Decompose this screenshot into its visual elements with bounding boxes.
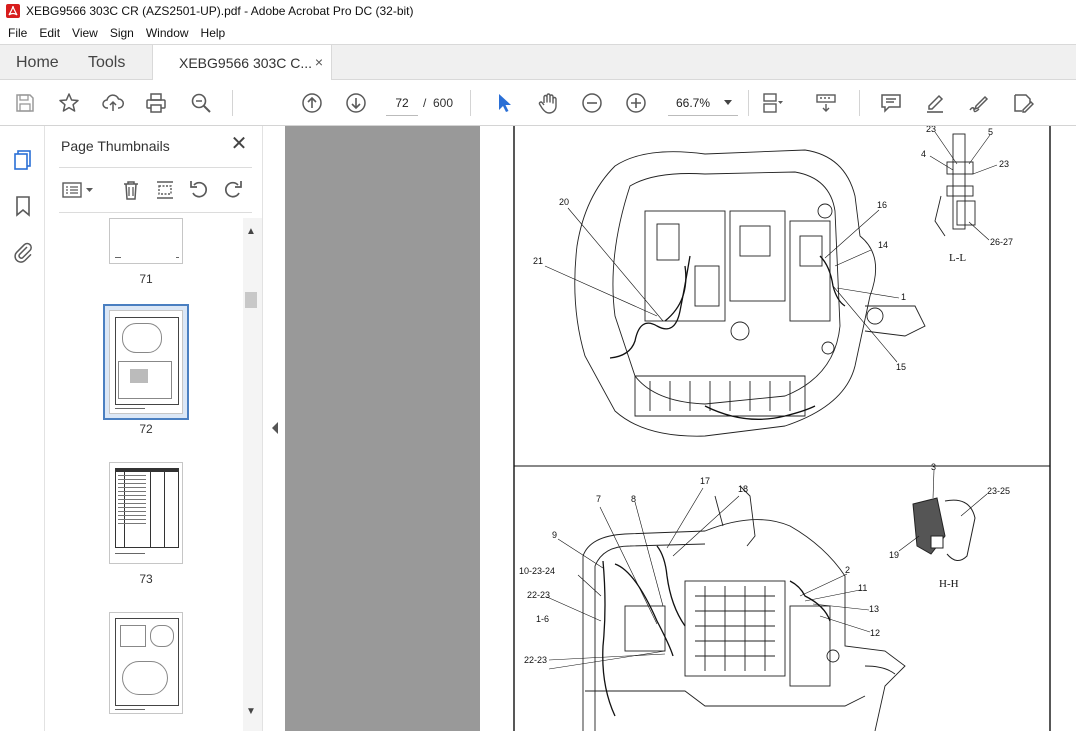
callout-label: 12 (870, 628, 880, 638)
thumbnail-page-72[interactable] (109, 310, 183, 414)
thumbnail-page-71[interactable] (109, 218, 183, 264)
section-ll-caption: L-L (949, 252, 966, 264)
thumbnail-label: 73 (139, 572, 153, 586)
callout-label: 20 (559, 197, 569, 207)
scroll-down-icon[interactable]: ▼ (246, 706, 256, 717)
thumbnail-toolbar (45, 170, 262, 210)
callout-label: 1-6 (536, 614, 549, 624)
navigation-rail (0, 126, 45, 731)
pdf-page: 20 21 16 14 1 15 23 5 4 23 26-27 L-L 3 2… (480, 126, 1076, 731)
callout-label: 19 (889, 550, 899, 560)
previous-page-icon[interactable] (300, 91, 324, 115)
callout-label: 23-25 (987, 486, 1010, 496)
page-fit-icon[interactable] (760, 91, 784, 115)
hand-icon[interactable] (536, 91, 560, 115)
menu-sign[interactable]: Sign (110, 26, 134, 40)
thumbnail-page-73[interactable] (109, 462, 183, 564)
fill-sign-icon[interactable] (1011, 91, 1035, 115)
insert-pages-icon[interactable] (153, 178, 177, 202)
tab-home[interactable]: Home (16, 45, 59, 80)
zoom-dropdown[interactable]: 66.7% (668, 90, 738, 116)
callout-label: 18 (738, 484, 748, 494)
thumbnail-label: 72 (139, 422, 153, 436)
callout-label: 23 (999, 159, 1009, 169)
sign-icon[interactable] (967, 91, 991, 115)
callout-label: 5 (988, 127, 993, 137)
bookmark-star-icon[interactable] (57, 91, 81, 115)
tab-document-label: XEBG9566 303C C... (179, 55, 313, 71)
zoom-in-icon[interactable] (624, 91, 648, 115)
acrobat-icon (6, 4, 20, 18)
callout-label: 13 (869, 604, 879, 614)
callout-label: 22-23 (524, 655, 547, 665)
tab-tools[interactable]: Tools (88, 45, 125, 80)
callout-label: 22-23 (527, 590, 550, 600)
callout-label: 7 (596, 494, 601, 504)
callout-label: 1 (901, 292, 906, 302)
callout-label: 10-23-24 (519, 566, 555, 576)
callout-label: 14 (878, 240, 888, 250)
callout-label: 23 (926, 126, 936, 134)
page-thumbnails-icon[interactable] (11, 148, 35, 172)
print-icon[interactable] (144, 91, 168, 115)
callout-label: 3 (931, 462, 936, 472)
zoom-search-icon[interactable] (189, 91, 213, 115)
options-menu-icon[interactable] (60, 178, 96, 202)
thumbnails-panel: Page Thumbnails ✕ 71 72 73 ▲ ▼ (45, 126, 262, 731)
toolbar (0, 80, 1076, 126)
page-number-input[interactable] (386, 90, 418, 116)
attachments-icon[interactable] (11, 240, 35, 264)
page-total: 600 (433, 96, 454, 110)
thumbnail-page-74[interactable] (109, 612, 183, 714)
thumbnail-label: 71 (139, 272, 153, 286)
chevron-down-icon (724, 100, 732, 105)
callout-label: 11 (858, 583, 867, 593)
highlight-icon[interactable] (923, 91, 947, 115)
callout-label: 2 (845, 565, 850, 575)
panel-collapse-handle[interactable] (262, 126, 285, 731)
callout-label: 9 (552, 530, 557, 540)
next-page-icon[interactable] (344, 91, 368, 115)
section-hh-caption: H-H (939, 578, 959, 590)
callout-label: 4 (921, 149, 926, 159)
menu-edit[interactable]: Edit (39, 26, 60, 40)
close-tab-button[interactable]: × (315, 54, 323, 70)
page-separator: / (423, 96, 427, 110)
menu-view[interactable]: View (72, 26, 98, 40)
collapse-arrow-icon (272, 422, 278, 434)
document-canvas[interactable]: 20 21 16 14 1 15 23 5 4 23 26-27 L-L 3 2… (285, 126, 1076, 731)
callout-label: 17 (700, 476, 710, 486)
delete-icon[interactable] (119, 178, 143, 202)
upload-icon[interactable] (101, 91, 125, 115)
window-title: XEBG9566 303C CR (AZS2501-UP).pdf - Adob… (26, 4, 414, 18)
callout-label: 26-27 (990, 237, 1013, 247)
thumbnails-title: Page Thumbnails (61, 138, 170, 154)
menu-help[interactable]: Help (201, 26, 226, 40)
close-panel-button[interactable]: ✕ (229, 134, 249, 154)
callout-label: 15 (896, 362, 906, 372)
select-cursor-icon[interactable] (492, 91, 516, 115)
tab-document[interactable]: XEBG9566 303C C... × (152, 45, 332, 81)
rotate-right-icon[interactable] (221, 178, 245, 202)
tab-bar: Home Tools XEBG9566 303C C... × (0, 44, 1076, 81)
callout-label: 21 (533, 256, 543, 266)
scrollbar-thumb[interactable] (245, 292, 257, 308)
menu-bar: File Edit View Sign Window Help (0, 22, 1076, 44)
comment-icon[interactable] (879, 91, 903, 115)
scroll-mode-icon[interactable] (814, 91, 838, 115)
menu-window[interactable]: Window (146, 26, 189, 40)
title-bar: XEBG9566 303C CR (AZS2501-UP).pdf - Adob… (0, 0, 1076, 22)
callout-label: 8 (631, 494, 636, 504)
zoom-out-icon[interactable] (580, 91, 604, 115)
menu-file[interactable]: File (8, 26, 27, 40)
scroll-up-icon[interactable]: ▲ (246, 226, 256, 237)
thumbnails-scrollbar[interactable]: ▲ ▼ (243, 218, 262, 731)
callout-label: 16 (877, 200, 887, 210)
rotate-left-icon[interactable] (187, 178, 211, 202)
save-icon[interactable] (13, 91, 37, 115)
bookmarks-icon[interactable] (11, 194, 35, 218)
zoom-value: 66.7% (676, 95, 711, 110)
